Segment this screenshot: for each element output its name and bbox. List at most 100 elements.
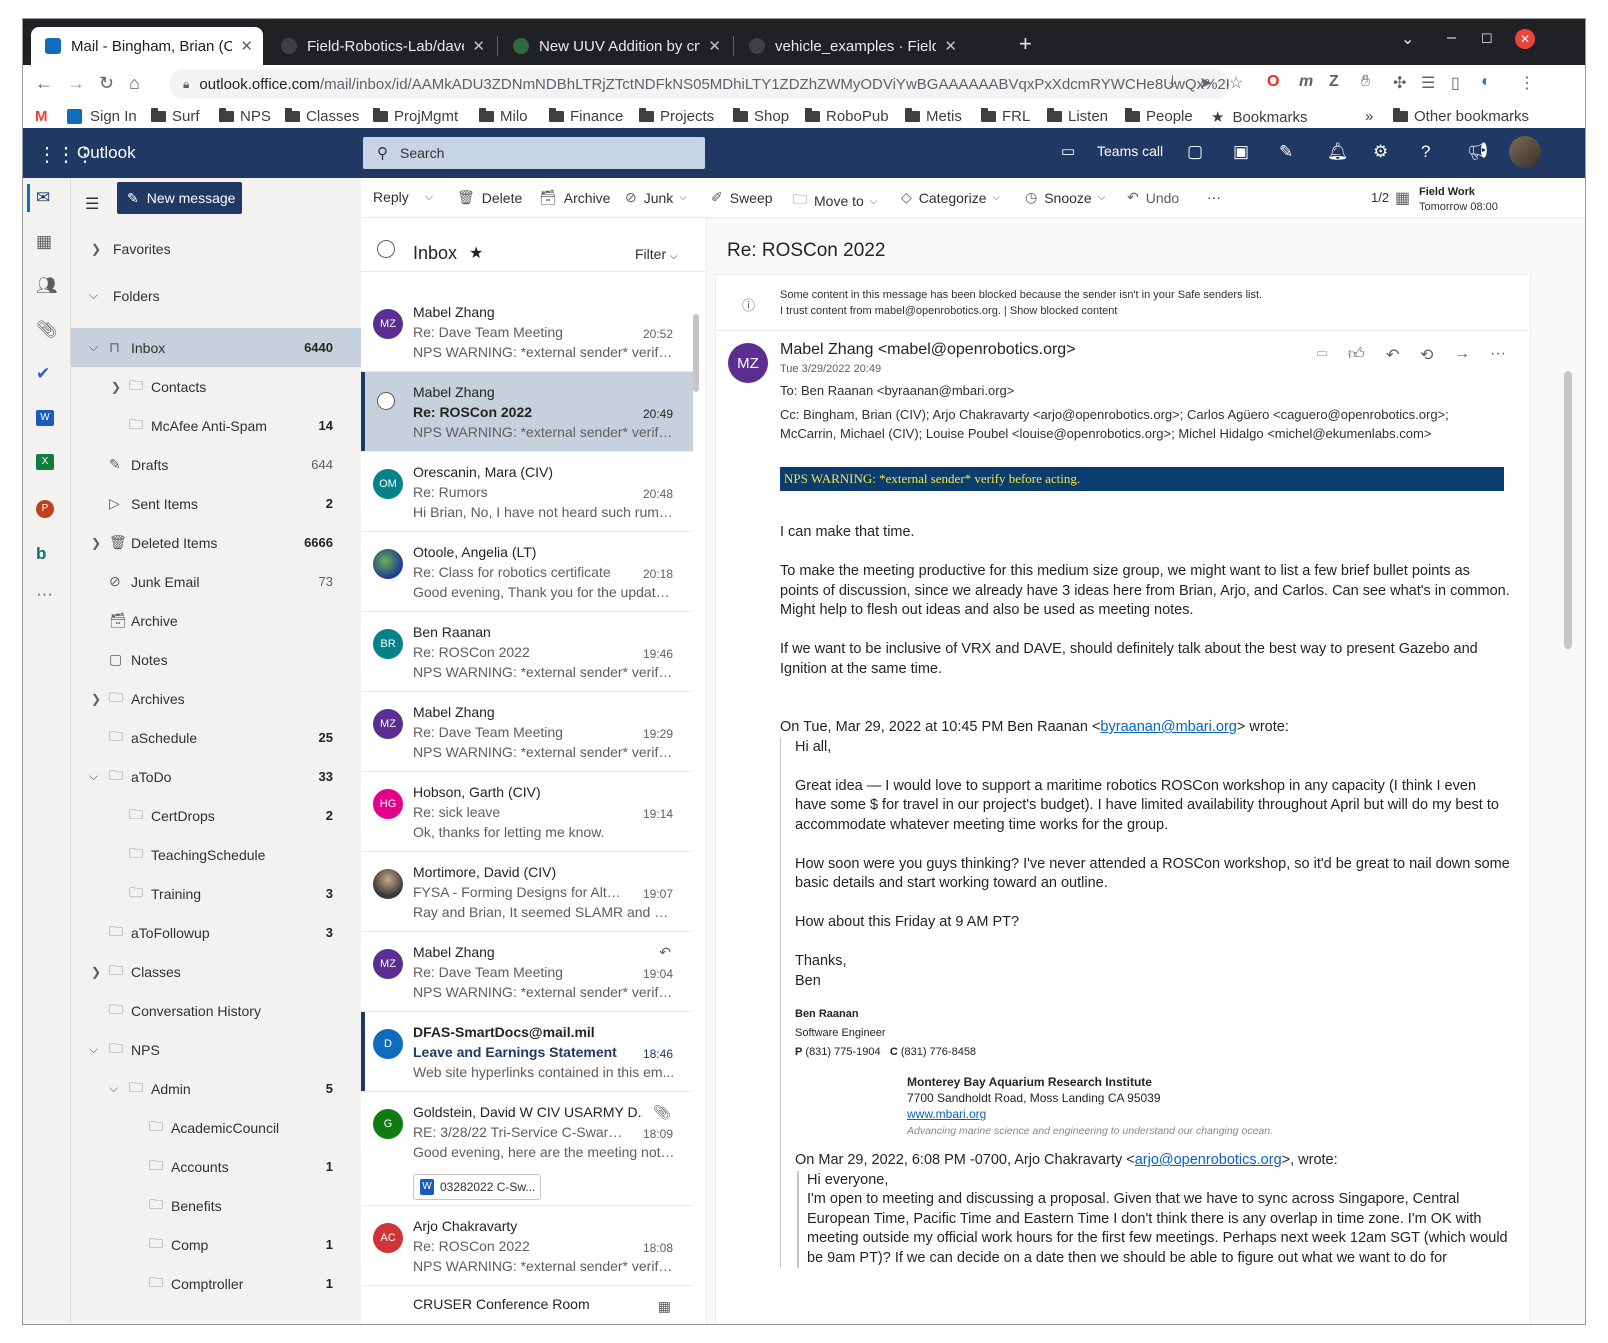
- close-tab-icon[interactable]: ✕: [944, 37, 957, 55]
- close-tab-icon[interactable]: ✕: [240, 37, 253, 55]
- folder-atodo[interactable]: ⌵ 🗀 aToDo 33: [71, 757, 361, 796]
- user-avatar[interactable]: [1509, 136, 1541, 168]
- folder-training[interactable]: 🗀 Training 3: [71, 874, 361, 913]
- snooze-button[interactable]: ◷ Snooze ⌵: [1025, 189, 1105, 206]
- bookmarks-overflow[interactable]: »: [1365, 108, 1373, 125]
- favorite-star-icon[interactable]: ★: [469, 243, 483, 263]
- attachment-chip[interactable]: W 03282022 C-Sw...: [413, 1174, 541, 1200]
- search-box[interactable]: ⚲ Search: [363, 137, 705, 169]
- bookmark-star-icon[interactable]: ☆: [1229, 73, 1243, 93]
- bookmark-robopub[interactable]: RoboPub: [805, 108, 889, 125]
- folder-admin[interactable]: ⌵ 🗀 Admin 5: [71, 1069, 361, 1108]
- list-item[interactable]: CRUSER Conference Room ▦: [361, 1286, 693, 1324]
- install-icon[interactable]: ⤓: [1169, 73, 1176, 91]
- reply-all-icon[interactable]: ⟲: [1420, 345, 1433, 365]
- opera-extension-icon[interactable]: O: [1267, 73, 1279, 91]
- list-item[interactable]: BR Ben Raanan Re: ROSCon 2022 19:46 NPS …: [361, 612, 693, 692]
- people-icon[interactable]: 👥︎: [36, 276, 58, 296]
- folder-junk[interactable]: ⊘ Junk Email 73: [71, 562, 361, 601]
- list-item-selected[interactable]: Mabel Zhang Re: ROSCon 2022 20:49 NPS WA…: [361, 372, 693, 452]
- bookmark-classes[interactable]: Classes: [285, 108, 359, 125]
- folder-teachingschedule[interactable]: 🗀 TeachingSchedule: [71, 835, 361, 874]
- folder-notes[interactable]: ▢ Notes: [71, 640, 361, 679]
- bookmark-metis[interactable]: Metis: [905, 108, 962, 125]
- collapse-nav-icon[interactable]: ☰: [85, 194, 99, 214]
- folder-comptroller[interactable]: 🗀 Comptroller 1: [71, 1264, 361, 1303]
- sender-avatar[interactable]: MZ: [728, 343, 768, 383]
- undo-button[interactable]: ↶ Undo: [1127, 189, 1179, 206]
- favorites-header[interactable]: ❯ Favorites: [71, 229, 361, 268]
- junk-button[interactable]: ⊘ Junk ⌵: [625, 189, 687, 206]
- bookmark-projmgmt[interactable]: ProjMgmt: [373, 108, 458, 125]
- chevron-down-icon[interactable]: ⌵: [425, 191, 433, 204]
- folders-header[interactable]: ⌵ Folders: [71, 276, 361, 315]
- categorize-button[interactable]: ◇ Categorize ⌵: [901, 189, 1000, 206]
- address-bar[interactable]: 🔒︎ outlook.office.com/mail/inbox/id/AAMk…: [169, 69, 1229, 99]
- reminder-page[interactable]: 1/2: [1371, 190, 1389, 205]
- video-call-icon[interactable]: ▭: [1061, 142, 1075, 160]
- new-message-button[interactable]: ✎ New message: [117, 182, 242, 214]
- bookmark-frl[interactable]: FRL: [981, 108, 1030, 125]
- gmail-bookmark[interactable]: M: [35, 108, 48, 125]
- folder-comp[interactable]: 🗀 Comp 1: [71, 1225, 361, 1264]
- folder-benefits[interactable]: 🗀 Benefits: [71, 1186, 361, 1225]
- browser-menu-icon[interactable]: ⋮: [1519, 73, 1535, 93]
- delete-button[interactable]: 🗑︎ Delete: [457, 189, 522, 206]
- folder-deleted[interactable]: ❯ 🗑︎ Deleted Items 6666: [71, 523, 361, 562]
- bookmark-bookmarks[interactable]: ★ Bookmarks: [1211, 108, 1307, 127]
- more-options-icon[interactable]: ···: [1490, 345, 1506, 363]
- select-all-checkbox[interactable]: [377, 240, 395, 258]
- maximize-icon[interactable]: ☐: [1481, 31, 1493, 47]
- bookmark-people[interactable]: People: [1125, 108, 1193, 125]
- notifications-icon[interactable]: 🔔︎: [1327, 142, 1349, 162]
- bookmark-surf[interactable]: Surf: [151, 108, 200, 125]
- side-panel-icon[interactable]: ▯: [1451, 73, 1460, 93]
- bookmark-shop[interactable]: Shop: [733, 108, 789, 125]
- home-icon[interactable]: ⌂: [129, 73, 140, 94]
- back-icon[interactable]: ←: [35, 73, 53, 94]
- archive-button[interactable]: 🗃︎ Archive: [539, 189, 610, 206]
- select-checkbox[interactable]: [377, 392, 395, 410]
- folder-contacts[interactable]: ❯ 🗀 Contacts: [71, 367, 361, 406]
- folder-classes[interactable]: ❯ 🗀 Classes: [71, 952, 361, 991]
- more-apps-icon[interactable]: ···: [36, 584, 53, 604]
- list-item[interactable]: HG Hobson, Garth (CIV) Re: sick leave 19…: [361, 772, 693, 852]
- folder-archives[interactable]: ❯ 🗀 Archives: [71, 679, 361, 718]
- word-icon[interactable]: W: [36, 410, 54, 426]
- folder-conversation-history[interactable]: 🗀 Conversation History: [71, 991, 361, 1030]
- bookmark-finance[interactable]: Finance: [549, 108, 623, 125]
- reply-button[interactable]: Reply ⌵: [373, 189, 433, 205]
- forward-icon[interactable]: →: [1454, 345, 1470, 363]
- hand-extension-icon[interactable]: ✋︎: [1361, 73, 1370, 91]
- sender-name[interactable]: Mabel Zhang <mabel@openrobotics.org>: [780, 341, 1076, 359]
- close-window-icon[interactable]: ✕: [1515, 29, 1535, 49]
- list-item[interactable]: OM Orescanin, Mara (CIV) Re: Rumors 20:4…: [361, 452, 693, 532]
- list-item[interactable]: Otoole, Angelia (LT) Re: Class for robot…: [361, 532, 693, 612]
- move-to-button[interactable]: 🗀 Move to ⌵: [793, 189, 877, 213]
- filter-button[interactable]: Filter ⌵: [635, 246, 678, 262]
- list-item[interactable]: G Goldstein, David W CIV USARMY D... 📎︎ …: [361, 1092, 693, 1206]
- folder-archive[interactable]: 🗃︎ Archive: [71, 601, 361, 640]
- puzzle-extension-icon[interactable]: ✣: [1393, 73, 1406, 93]
- bookmark-milo[interactable]: Milo: [479, 108, 528, 125]
- calendar-icon[interactable]: ▦: [36, 232, 52, 252]
- new-tab-button[interactable]: +: [1019, 31, 1032, 57]
- list-item[interactable]: MZ Mabel Zhang Re: Dave Team Meeting 20:…: [361, 292, 693, 372]
- list-item[interactable]: MZ Mabel Zhang ↶ Re: Dave Team Meeting 1…: [361, 932, 693, 1012]
- excel-icon[interactable]: X: [36, 454, 54, 470]
- list-item[interactable]: Mortimore, David (CIV) FYSA - Forming De…: [361, 852, 693, 932]
- feedback-icon[interactable]: 📢︎: [1467, 142, 1489, 162]
- z-extension-icon[interactable]: Z: [1329, 73, 1339, 91]
- send-icon[interactable]: ➤: [1199, 73, 1212, 93]
- minimize-icon[interactable]: –: [1447, 29, 1456, 47]
- todo-check-icon[interactable]: ✔: [36, 364, 50, 384]
- message-list-scrollbar[interactable]: [693, 314, 699, 392]
- powerpoint-icon[interactable]: P: [36, 500, 54, 518]
- reminder-title[interactable]: Field Work: [1419, 186, 1475, 198]
- like-icon[interactable]: 👍︎: [1348, 345, 1365, 364]
- sweep-button[interactable]: ✐ Sweep: [711, 189, 773, 206]
- chat-icon[interactable]: ▢: [1187, 142, 1203, 162]
- folder-drafts[interactable]: ✎ Drafts 644: [71, 445, 361, 484]
- help-icon[interactable]: ?: [1421, 142, 1430, 162]
- app-title[interactable]: Outlook: [77, 143, 136, 163]
